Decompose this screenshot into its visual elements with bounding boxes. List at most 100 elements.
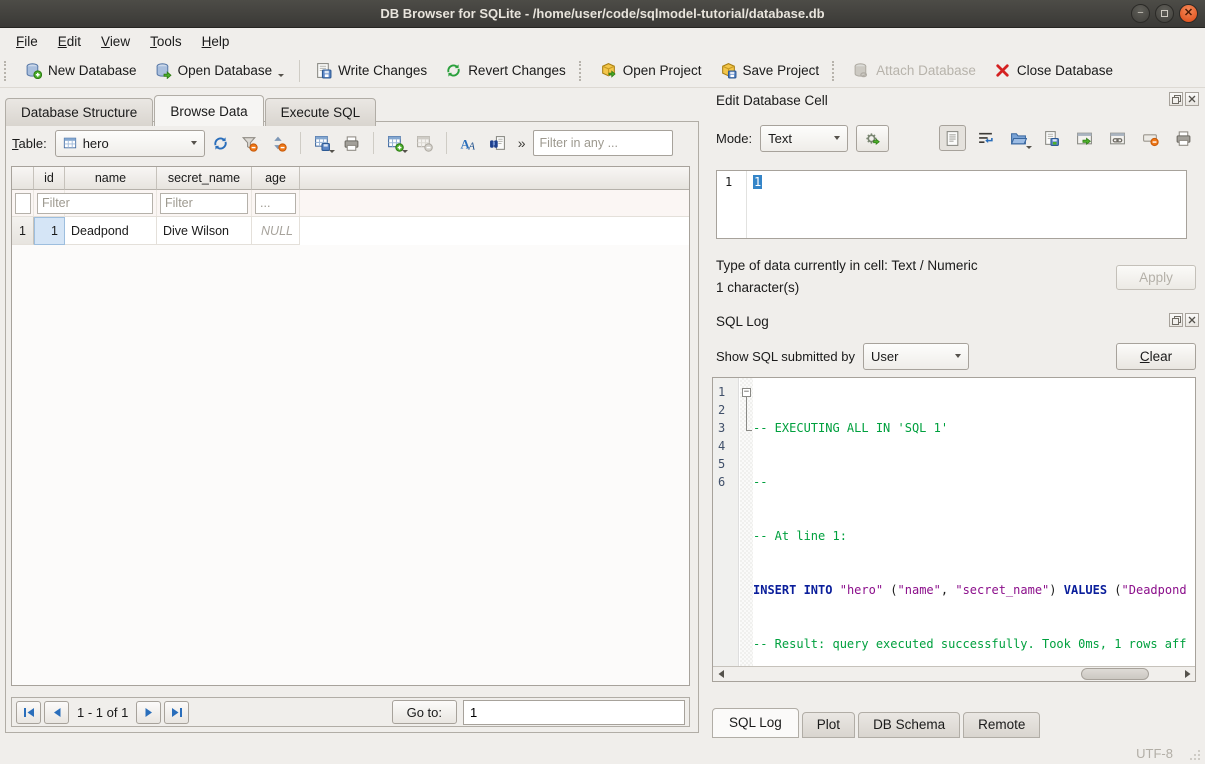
revert-changes-button[interactable]: Revert Changes: [436, 58, 575, 83]
clear-sort-icon: [270, 135, 287, 152]
dock-float-button[interactable]: [1169, 313, 1183, 327]
import-cell-data-button[interactable]: [1005, 125, 1032, 151]
font-settings-button[interactable]: AA: [455, 130, 482, 156]
next-page-button[interactable]: [136, 701, 161, 724]
goto-button[interactable]: Go to:: [392, 700, 457, 724]
dock-float-button[interactable]: [1169, 92, 1183, 106]
dock-tab-remote[interactable]: Remote: [963, 712, 1040, 738]
cell-editor-content[interactable]: 1: [753, 175, 762, 189]
font-icon: AA: [460, 135, 477, 152]
column-header-name[interactable]: name: [65, 167, 157, 190]
line-number: 5: [718, 455, 738, 473]
mode-select[interactable]: Text: [760, 125, 848, 152]
previous-page-button[interactable]: [44, 701, 69, 724]
goto-page-input[interactable]: [463, 700, 685, 725]
refresh-button[interactable]: [207, 130, 234, 156]
titlebar[interactable]: DB Browser for SQLite - /home/user/code/…: [0, 0, 1205, 28]
tab-execute-sql[interactable]: Execute SQL: [265, 98, 377, 126]
print-table-button[interactable]: [338, 130, 365, 156]
set-null-button[interactable]: [1137, 125, 1164, 151]
word-wrap-button[interactable]: [972, 125, 999, 151]
column-header-secret-name[interactable]: secret_name: [157, 167, 252, 190]
write-changes-button[interactable]: Write Changes: [306, 58, 436, 83]
menu-view[interactable]: View: [91, 30, 140, 53]
cell-name[interactable]: Deadpond: [65, 217, 157, 245]
right-dock-area: Edit Database Cell Mode: Text: [706, 88, 1205, 745]
tab-database-structure[interactable]: Database Structure: [5, 98, 153, 126]
export-cell-data-button[interactable]: [1038, 125, 1065, 151]
close-database-button[interactable]: Close Database: [985, 58, 1122, 83]
maximize-button[interactable]: [1155, 4, 1174, 23]
new-database-button[interactable]: New Database: [16, 58, 146, 83]
clear-filters-button[interactable]: [236, 130, 263, 156]
filter-name-input[interactable]: [37, 193, 153, 214]
open-database-icon: [155, 62, 172, 79]
column-header-age[interactable]: age: [252, 167, 300, 190]
save-table-button[interactable]: [309, 130, 336, 156]
scroll-right-icon[interactable]: [1179, 667, 1195, 681]
toolbar-handle[interactable]: [579, 61, 585, 81]
line-number: 3: [718, 419, 738, 437]
column-header-id[interactable]: id: [34, 167, 65, 190]
filter-id-input[interactable]: [15, 193, 31, 214]
tab-browse-data[interactable]: Browse Data: [154, 95, 263, 126]
menu-help[interactable]: Help: [192, 30, 240, 53]
last-page-button[interactable]: [164, 701, 189, 724]
fold-marker-icon[interactable]: −: [742, 388, 751, 397]
filter-secret-name-input[interactable]: [160, 193, 248, 214]
dock-tab-db-schema[interactable]: DB Schema: [858, 712, 960, 738]
sql-statement: INSERT INTO "hero" ("name", "secret_name…: [753, 581, 1194, 599]
scroll-left-icon[interactable]: [713, 667, 729, 681]
minimize-button[interactable]: −: [1131, 4, 1150, 23]
table-icon: [63, 136, 77, 150]
cell-secret-name[interactable]: Dive Wilson: [157, 217, 252, 245]
dock-close-button[interactable]: [1185, 313, 1199, 327]
menu-tools[interactable]: Tools: [140, 30, 192, 53]
row-header[interactable]: 1: [12, 217, 34, 245]
attach-database-button: Attach Database: [844, 58, 985, 83]
find-in-table-button[interactable]: [484, 130, 511, 156]
cell-age[interactable]: NULL: [252, 217, 300, 245]
toolbar-handle[interactable]: [832, 61, 838, 81]
cell-editor[interactable]: 1 1: [716, 170, 1187, 239]
text-mode-button[interactable]: [939, 125, 966, 151]
filter-any-column-input[interactable]: [533, 130, 673, 156]
open-project-button[interactable]: Open Project: [591, 58, 711, 83]
filter-age-input[interactable]: [255, 193, 296, 214]
insert-record-button[interactable]: [382, 130, 409, 156]
sql-log-editor[interactable]: 1 2 3 4 5 6 − -- EXECUTING ALL IN 'SQL 1…: [712, 377, 1196, 682]
auto-switch-mode-button[interactable]: [856, 125, 889, 152]
resize-grip-icon[interactable]: [1190, 749, 1201, 760]
encoding-indicator[interactable]: UTF-8: [1136, 746, 1173, 761]
menu-edit[interactable]: Edit: [48, 30, 91, 53]
clear-sorting-button[interactable]: [265, 130, 292, 156]
cell-editor-gutter: 1: [717, 171, 747, 238]
word-wrap-icon: [977, 130, 994, 147]
table-select[interactable]: hero: [55, 130, 205, 157]
open-database-button[interactable]: Open Database: [146, 58, 294, 83]
toolbar-separator: [446, 132, 447, 154]
scrollbar-thumb[interactable]: [1081, 668, 1149, 680]
link-data-button[interactable]: [1104, 125, 1131, 151]
save-project-button[interactable]: Save Project: [711, 58, 829, 83]
horizontal-scrollbar[interactable]: [713, 666, 1195, 681]
revert-changes-label: Revert Changes: [468, 63, 566, 78]
grid-corner: [12, 167, 34, 190]
show-sql-select[interactable]: User: [863, 343, 969, 370]
dock-close-button[interactable]: [1185, 92, 1199, 106]
open-in-external-button[interactable]: [1071, 125, 1098, 151]
print-cell-button[interactable]: [1170, 125, 1197, 151]
dock-tab-plot[interactable]: Plot: [802, 712, 855, 738]
svg-text:A: A: [467, 141, 475, 152]
toolbar-separator: [299, 60, 300, 82]
menu-file[interactable]: File: [6, 30, 48, 53]
dock-float-icon: [1172, 95, 1181, 104]
open-database-caret-icon[interactable]: [278, 74, 284, 77]
first-page-button[interactable]: [16, 701, 41, 724]
clear-log-button[interactable]: Clear: [1116, 343, 1196, 370]
toolbar-handle[interactable]: [4, 61, 10, 81]
close-button[interactable]: ✕: [1179, 4, 1198, 23]
dock-tab-sql-log[interactable]: SQL Log: [712, 708, 799, 738]
cell-id[interactable]: 1: [34, 217, 65, 245]
toolbar-overflow-chevron[interactable]: »: [513, 135, 531, 151]
